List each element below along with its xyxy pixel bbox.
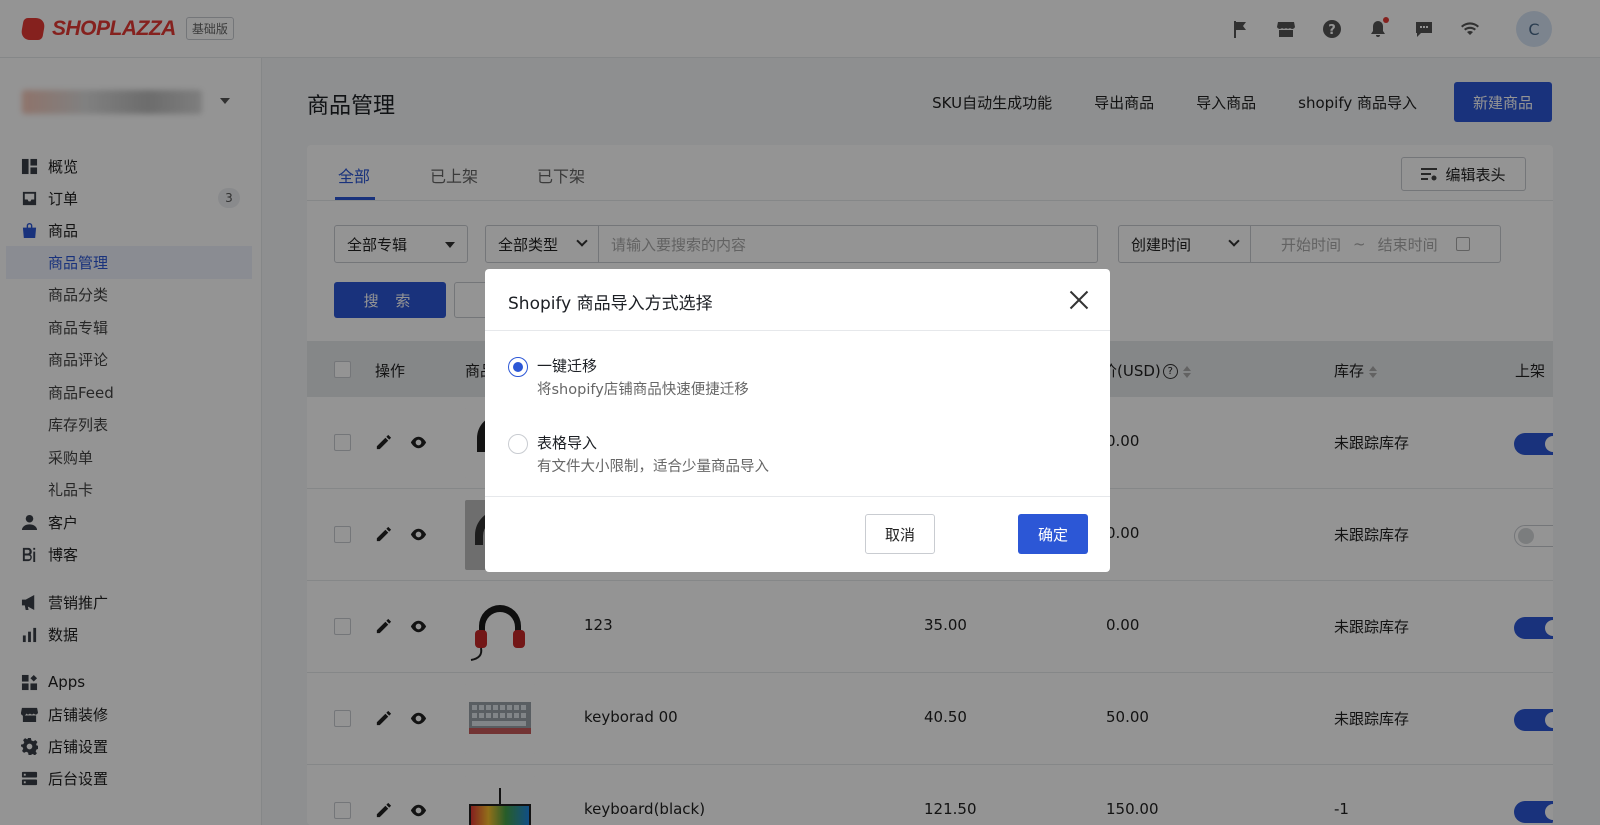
modal-header: Shopify 商品导入方式选择 (485, 269, 1110, 331)
shopify-import-modal: Shopify 商品导入方式选择 一键迁移 将shopify店铺商品快速便捷迁移… (485, 269, 1110, 572)
option-description: 将shopify店铺商品快速便捷迁移 (537, 382, 749, 398)
radio-one-click-migration[interactable] (508, 357, 528, 377)
option-description: 有文件大小限制，适合少量商品导入 (537, 459, 769, 475)
radio-spreadsheet-import[interactable] (508, 434, 528, 454)
modal-footer: 取消 确定 (485, 496, 1110, 572)
cancel-button[interactable]: 取消 (865, 514, 935, 554)
option-label: 表格导入 (537, 434, 598, 452)
close-icon[interactable] (1068, 289, 1090, 311)
option-label: 一键迁移 (537, 357, 598, 375)
modal-title: Shopify 商品导入方式选择 (508, 294, 713, 314)
confirm-button[interactable]: 确定 (1018, 514, 1088, 554)
